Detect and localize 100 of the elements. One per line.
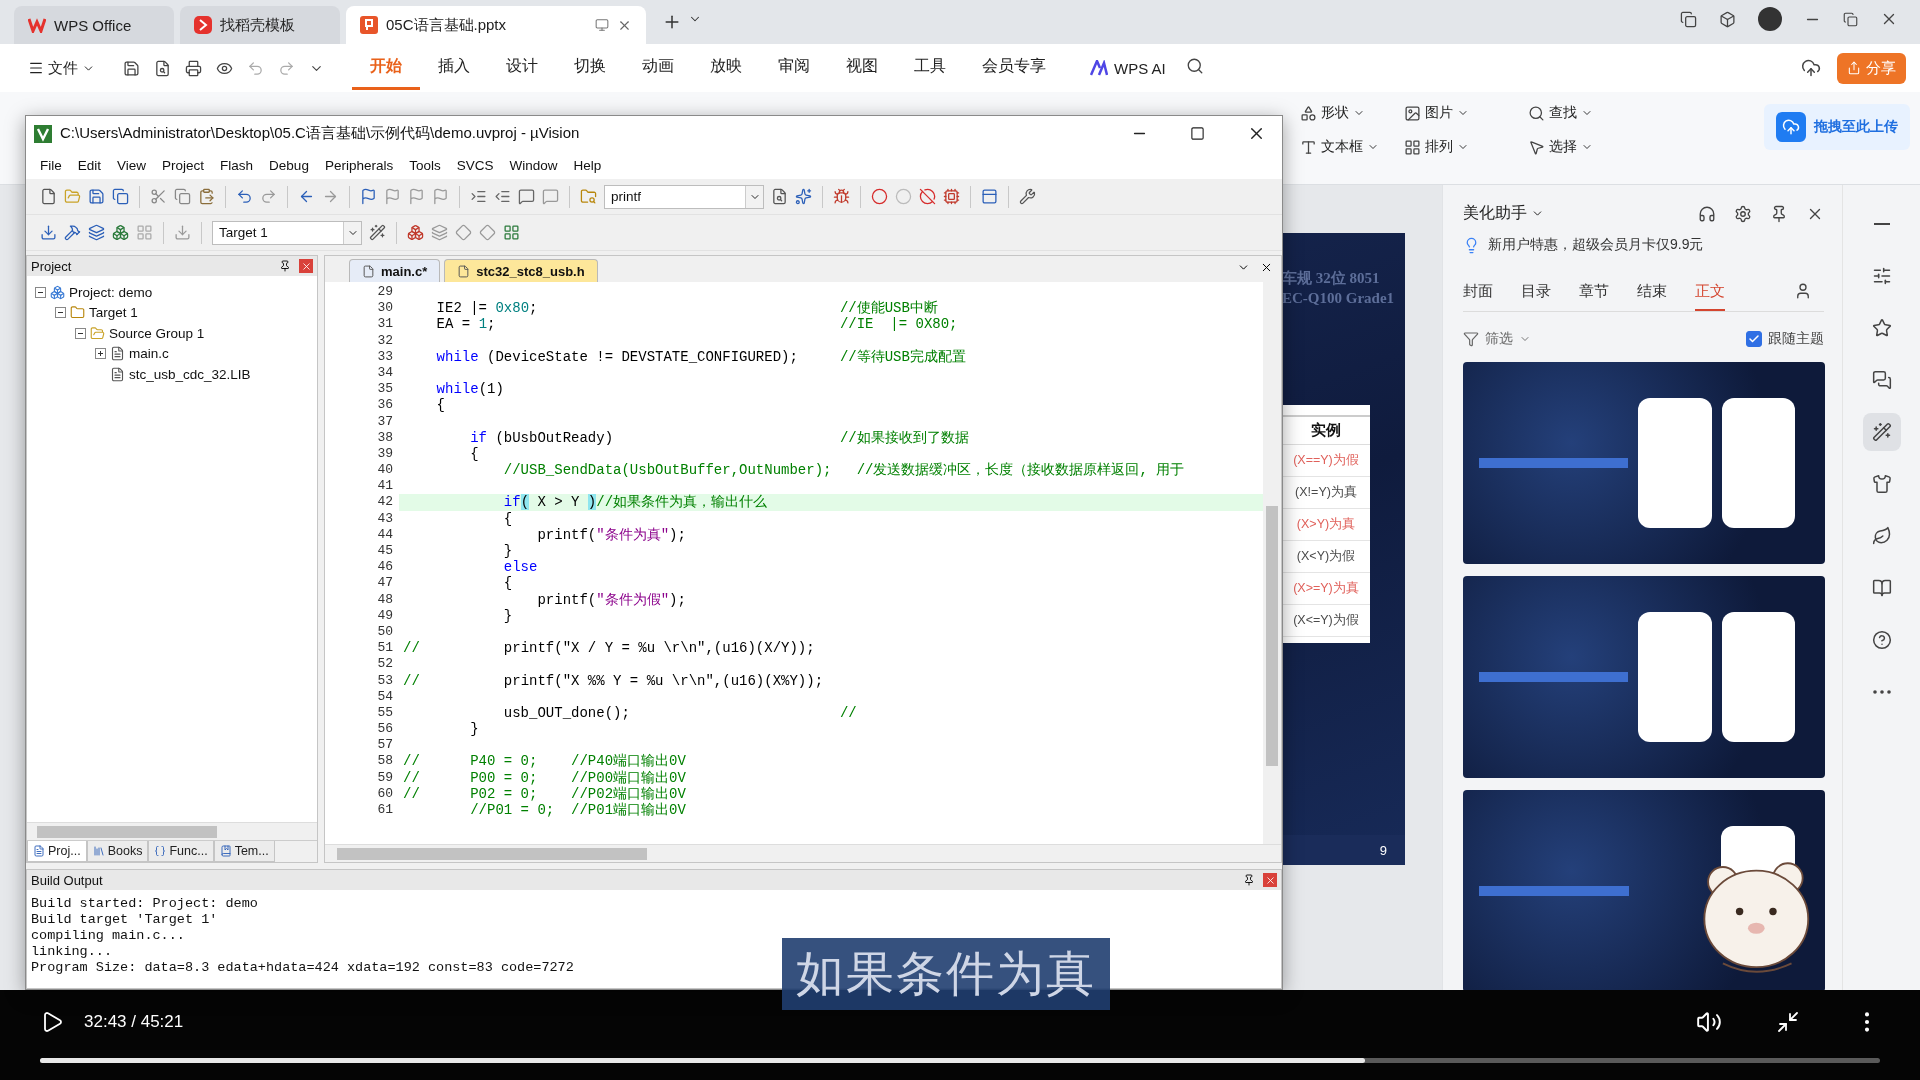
panel-tab[interactable]: Proj... (27, 841, 87, 862)
file-tab[interactable]: main.c* (349, 259, 441, 282)
outdent-icon[interactable] (494, 188, 511, 205)
menu-item[interactable]: Flash (212, 155, 262, 175)
checkbox[interactable] (1746, 331, 1762, 347)
ribbon-button[interactable]: 排列 (1400, 136, 1524, 158)
menu-item[interactable]: Window (501, 155, 566, 175)
horizontal-scrollbar[interactable] (27, 822, 317, 840)
ribbon-button[interactable]: 文本框 (1296, 136, 1400, 158)
find-in-files-icon[interactable] (580, 188, 597, 205)
window-icon[interactable] (1680, 10, 1697, 28)
filter-button[interactable]: 筛选 (1463, 330, 1531, 348)
headset-icon[interactable] (1698, 204, 1716, 223)
magic-wand-button[interactable] (1862, 413, 1901, 451)
save-icon[interactable] (123, 59, 140, 77)
file-search-icon[interactable] (154, 59, 171, 77)
comment-icon[interactable] (518, 188, 535, 205)
combo-field[interactable]: printf (604, 184, 764, 209)
category-tab[interactable]: 章节 (1579, 274, 1609, 311)
progress-track[interactable] (40, 1058, 1880, 1063)
breakpoint-icon[interactable] (871, 188, 888, 205)
file-menu[interactable]: 文件 (22, 54, 101, 82)
ribbon-button[interactable]: 形状 (1296, 102, 1400, 124)
menu-item[interactable]: SVCS (448, 155, 502, 175)
ribbon-tab[interactable]: 工具 (896, 46, 964, 90)
ribbon-button[interactable]: 查找 (1524, 102, 1634, 124)
tree-item[interactable]: Target 1 (89, 305, 138, 321)
pin-icon[interactable] (279, 260, 291, 272)
cloud-upload-icon[interactable] (1801, 58, 1821, 78)
vertical-scrollbar[interactable] (1263, 282, 1281, 844)
tree-item[interactable]: Project: demo (69, 284, 153, 300)
window-layout-icon[interactable] (981, 188, 998, 205)
ribbon-tab[interactable]: 会员专享 (964, 46, 1064, 90)
category-tab[interactable]: 正文 (1695, 274, 1725, 311)
ribbon-tab[interactable]: 视图 (828, 46, 896, 90)
exit-fullscreen-icon[interactable] (1776, 1010, 1800, 1034)
category-tab[interactable]: 结束 (1637, 274, 1667, 311)
build-icon[interactable] (64, 224, 81, 241)
tree-item[interactable]: main.c (129, 346, 169, 362)
printer-icon[interactable] (185, 59, 202, 77)
menu-item[interactable]: View (109, 155, 155, 175)
copy-icon[interactable] (174, 188, 191, 205)
user-icon[interactable] (1794, 281, 1812, 300)
ribbon-tab[interactable]: 插入 (420, 46, 488, 90)
tree-expander-icon[interactable] (75, 327, 86, 339)
menu-item[interactable]: Tools (401, 155, 449, 175)
indent-icon[interactable] (470, 188, 487, 205)
find-icon[interactable] (771, 188, 788, 205)
panel-tab[interactable]: Books (86, 841, 149, 862)
ai-button[interactable]: WPS AI (1084, 58, 1172, 78)
volume-icon[interactable] (1696, 1009, 1722, 1035)
search-icon[interactable] (1185, 57, 1204, 75)
new-file-icon[interactable] (40, 188, 57, 205)
wrench-icon[interactable] (1019, 188, 1036, 205)
save-icon[interactable] (88, 188, 105, 205)
panel-title[interactable]: 美化助手 (1463, 203, 1544, 224)
close-button[interactable] (1263, 873, 1277, 887)
checkbox-label[interactable]: 跟随主题 (1768, 330, 1824, 348)
template-thumbnail[interactable] (1463, 790, 1825, 990)
ribbon-button[interactable]: 图片 (1400, 102, 1524, 124)
category-tab[interactable]: 封面 (1463, 274, 1493, 311)
tree-expander-icon[interactable] (55, 307, 66, 319)
upload-button[interactable]: 拖拽至此上传 (1764, 104, 1910, 150)
ribbon-tab[interactable]: 放映 (692, 46, 760, 90)
tree-expander-icon[interactable] (95, 348, 106, 360)
pin-icon[interactable] (1243, 874, 1255, 886)
ribbon-tab[interactable]: 设计 (488, 46, 556, 90)
menu-item[interactable]: Help (565, 155, 610, 175)
undo-icon[interactable] (236, 188, 253, 205)
disable-breakpoint-icon[interactable] (919, 188, 936, 205)
restore-icon[interactable] (1843, 11, 1858, 27)
file-tab[interactable]: stc32_stc8_usb.h (444, 259, 598, 282)
cube-icon[interactable] (1719, 10, 1736, 28)
promo-text[interactable]: 新用户特惠，超级会员月卡仅9.9元 (1488, 236, 1704, 254)
menu-item[interactable]: Project (154, 155, 213, 175)
menu-item[interactable]: Peripherals (316, 155, 402, 175)
template-thumbnail[interactable] (1463, 362, 1825, 564)
monitor-icon[interactable] (595, 18, 609, 32)
avatar[interactable] (1758, 7, 1782, 31)
close-button[interactable] (299, 259, 313, 273)
tree-expander-icon[interactable] (35, 286, 46, 298)
bookmark-flag-icon[interactable] (360, 188, 377, 205)
debug-icon[interactable] (833, 188, 850, 205)
ribbon-button[interactable]: 选择 (1524, 136, 1634, 158)
menu-item[interactable]: Edit (69, 155, 110, 175)
combo-field[interactable]: Target 1 (212, 220, 362, 245)
document-tab[interactable]: 找稻壳模板 (180, 6, 340, 44)
pin-icon[interactable] (1770, 204, 1788, 223)
ribbon-tab[interactable]: 切换 (556, 46, 624, 90)
category-tab[interactable]: 目录 (1521, 274, 1551, 311)
horizontal-scrollbar[interactable] (325, 844, 1281, 862)
scissors-icon[interactable] (150, 188, 167, 205)
tree-item[interactable]: Source Group 1 (109, 325, 205, 341)
paste-icon[interactable] (198, 188, 215, 205)
ribbon-tab[interactable]: 动画 (624, 46, 692, 90)
document-tab[interactable]: 05C语言基础.pptx (346, 6, 646, 44)
ribbon-tab[interactable]: 审阅 (760, 46, 828, 90)
document-tab[interactable]: WPS Office (14, 6, 174, 44)
maximize-icon[interactable] (1190, 126, 1205, 141)
panel-tab[interactable]: Tem... (213, 841, 275, 862)
